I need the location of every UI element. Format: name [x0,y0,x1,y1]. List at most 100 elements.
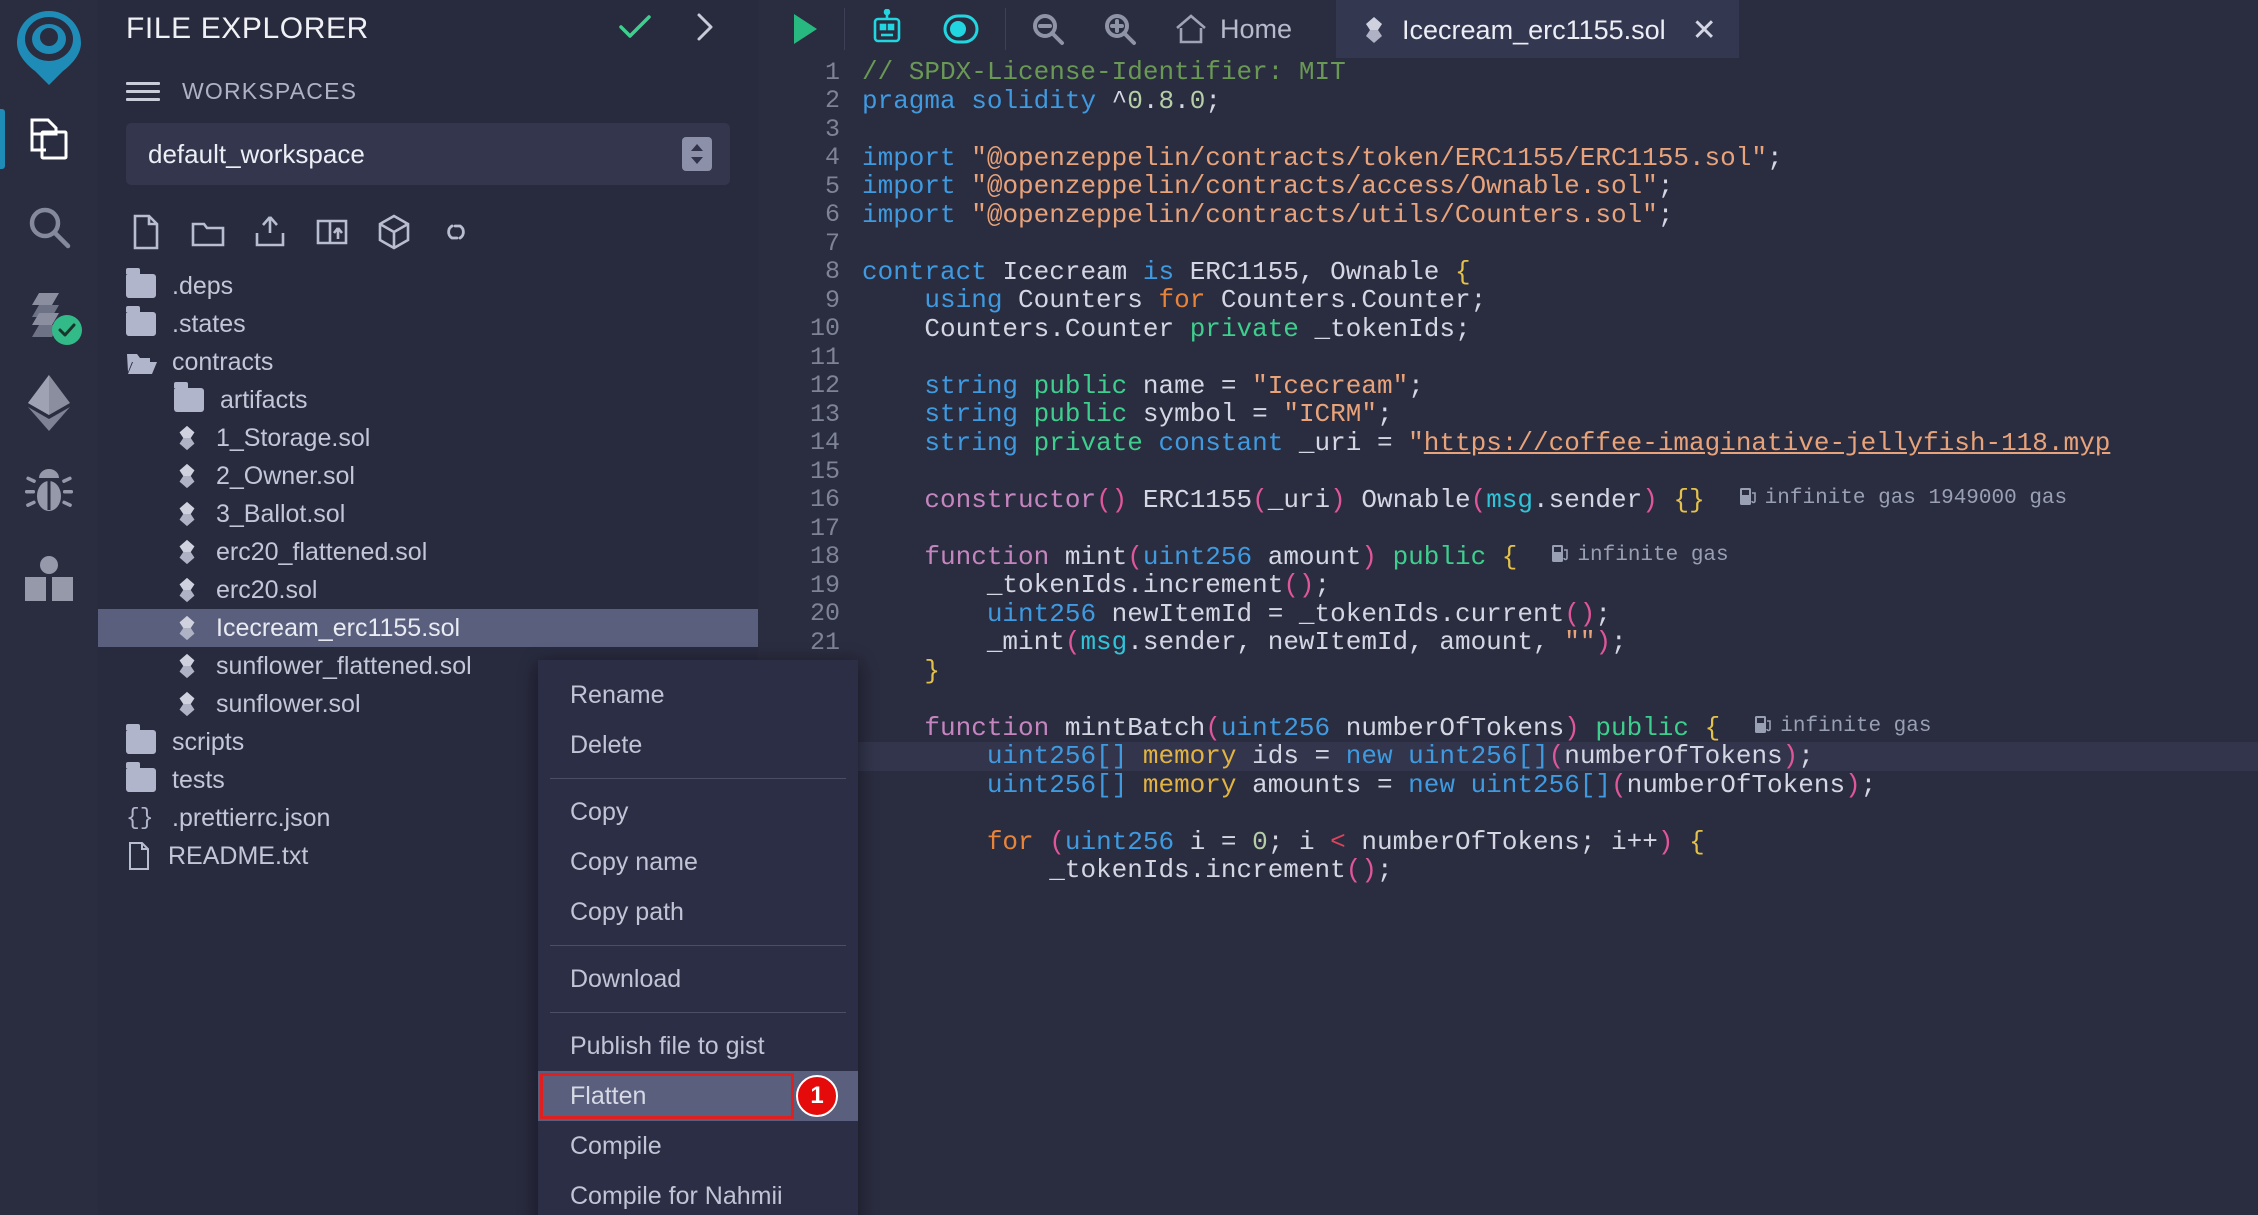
code-line-text: string public name = "Icecream"; [924,370,1424,401]
context-menu-item-copy[interactable]: Copy [538,787,858,837]
remix-ai-icon[interactable] [851,0,923,58]
code-line[interactable]: 15 [758,457,2258,486]
tree-item--deps[interactable]: .deps [98,267,758,305]
code-line[interactable]: 25 uint256[] memory ids = new uint256[](… [758,741,2258,771]
code-line[interactable]: 27 [758,799,2258,828]
toolbar-divider-2 [1005,8,1006,50]
context-menu-item-flatten[interactable]: Flatten 1 [538,1071,858,1121]
code-line[interactable]: 23 [758,685,2258,714]
sidebar-item-solidity-compiler[interactable] [0,271,98,359]
run-script-icon[interactable] [772,0,838,58]
solidity-file-icon [174,461,200,491]
ai-toggle-icon[interactable] [923,0,999,58]
folder-icon [126,762,156,792]
tree-item-3-ballot-sol[interactable]: 3_Ballot.sol [98,495,758,533]
code-line[interactable]: 10 Counters.Counter private _tokenIds; [758,313,2258,344]
code-line[interactable]: 12 string public name = "Icecream"; [758,370,2258,401]
context-menu-item-delete[interactable]: Delete [538,720,858,770]
publish-to-gist-icon[interactable] [250,211,290,253]
zoom-out-icon[interactable] [1012,0,1084,58]
check-icon[interactable] [618,14,652,45]
tree-item--states[interactable]: .states [98,305,758,343]
code-line[interactable]: 3 [758,115,2258,144]
code-line-text: import "@openzeppelin/contracts/token/ER… [862,142,1783,173]
create-new-file-icon[interactable] [126,211,166,253]
code-line[interactable]: 24 function mintBatch(uint256 numberOfTo… [758,713,2258,743]
folder-open-icon [126,350,157,374]
code-line[interactable]: 9 using Counters for Counters.Counter; [758,285,2258,315]
remix-logo[interactable] [0,0,98,95]
line-number: 19 [809,570,840,600]
code-line[interactable]: 13 string public symbol = "ICRM"; [758,399,2258,430]
context-menu-item-copy-path[interactable]: Copy path [538,887,858,937]
code-line-text: _tokenIds.increment(); [1049,855,1393,886]
code-line[interactable]: 21 _mint(msg.sender, newItemId, amount, … [758,627,2258,657]
home-button[interactable]: Home [1156,13,1310,45]
create-new-folder-icon[interactable] [188,211,228,253]
upload-folder-icon[interactable] [312,211,352,253]
tree-item-artifacts[interactable]: artifacts [98,381,758,419]
code-line[interactable]: 26 uint256[] memory amounts = new uint25… [758,770,2258,800]
sidebar-item-debugger[interactable] [0,447,98,535]
context-menu-item-rename[interactable]: Rename [538,670,858,720]
code-line[interactable]: 17 [758,514,2258,543]
workspaces-menu-icon[interactable] [126,82,160,101]
workspace-select[interactable]: default_workspace [126,123,730,185]
editor-tab-icecream[interactable]: Icecream_erc1155.sol ✕ [1336,0,1739,58]
code-line[interactable]: 14 string private constant _uri = "https… [758,427,2258,458]
gas-estimate: infinite gas [1754,714,1931,741]
context-menu-item-label: Delete [570,730,643,759]
code-line[interactable]: 11 [758,343,2258,372]
tree-item-label: contracts [172,347,274,376]
context-menu-item-copy-name[interactable]: Copy name [538,837,858,887]
code-line[interactable]: 19 _tokenIds.increment(); [758,570,2258,600]
code-line[interactable]: 22 } [758,656,2258,686]
sidebar-item-search[interactable] [0,183,98,271]
code-line[interactable]: 6 import "@openzeppelin/contracts/utils/C… [758,200,2258,230]
publish-workspace-icon[interactable] [374,211,414,253]
sidebar-item-file-explorer[interactable] [0,95,98,183]
context-menu-separator [550,1012,846,1013]
line-number: 12 [809,371,840,401]
gas-pump-icon [1551,543,1569,570]
code-line[interactable]: 28 for (uint256 i = 0; i < numberOfToken… [758,826,2258,857]
context-menu-item-compile[interactable]: Compile [538,1121,858,1171]
code-line-text: for (uint256 i = 0; i < numberOfTokens; … [986,826,1705,857]
sidebar-item-deploy-run[interactable] [0,359,98,447]
code-line[interactable]: 7 [758,229,2258,258]
editor-tab-label: Icecream_erc1155.sol [1402,14,1666,45]
tree-item-label: 3_Ballot.sol [216,499,346,528]
context-menu-item-download[interactable]: Download [538,954,858,1004]
code-line[interactable]: 1 // SPDX-License-Identifier: MIT [758,58,2258,87]
code-line[interactable]: 16 constructor() ERC1155(_uri) Ownable(m… [758,485,2258,515]
code-line[interactable]: 8 contract Icecream is ERC1155, Ownable { [758,257,2258,287]
code-line[interactable]: 2 pragma solidity ^0.8.0; [758,86,2258,116]
tree-item-icecream-erc1155-sol[interactable]: Icecream_erc1155.sol [98,609,758,647]
tree-item-1-storage-sol[interactable]: 1_Storage.sol [98,419,758,457]
code-line[interactable]: 5 import "@openzeppelin/contracts/access/… [758,171,2258,201]
workspace-spinner-icon[interactable] [682,137,712,171]
context-menu-item-compile-for-nahmii[interactable]: Compile for Nahmii [538,1171,858,1215]
code-line[interactable]: 20 uint256 newItemId = _tokenIds.current… [758,599,2258,629]
tree-item-contracts[interactable]: contracts [98,343,758,381]
sidebar-item-learn[interactable] [0,535,98,623]
tree-item-erc20-flattened-sol[interactable]: erc20_flattened.sol [98,533,758,571]
line-number: 3 [824,114,840,144]
line-number: 13 [809,399,840,429]
code-line-text: Counters.Counter private _tokenIds; [924,313,1471,344]
connect-to-localhost-icon[interactable] [436,211,476,253]
solidity-file-icon [174,651,200,681]
zoom-in-icon[interactable] [1084,0,1156,58]
chevron-right-icon[interactable] [694,12,716,47]
code-line[interactable]: 4 import "@openzeppelin/contracts/token/E… [758,142,2258,173]
close-icon[interactable]: ✕ [1692,13,1717,48]
code-line-text: string public symbol = "ICRM"; [924,399,1393,430]
code-line-text: string private constant _uri = "https://… [924,427,2111,458]
tree-item-2-owner-sol[interactable]: 2_Owner.sol [98,457,758,495]
context-menu-item-label: Download [570,964,682,993]
context-menu-item-publish-file-to-gist[interactable]: Publish file to gist [538,1021,858,1071]
code-editor[interactable]: 1 // SPDX-License-Identifier: MIT 2 pragma … [758,58,2258,1215]
tree-item-erc20-sol[interactable]: erc20.sol [98,571,758,609]
code-line[interactable]: 29 _tokenIds.increment(); [758,855,2258,886]
code-line[interactable]: 18 function mint(uint256 amount) public … [758,542,2258,572]
